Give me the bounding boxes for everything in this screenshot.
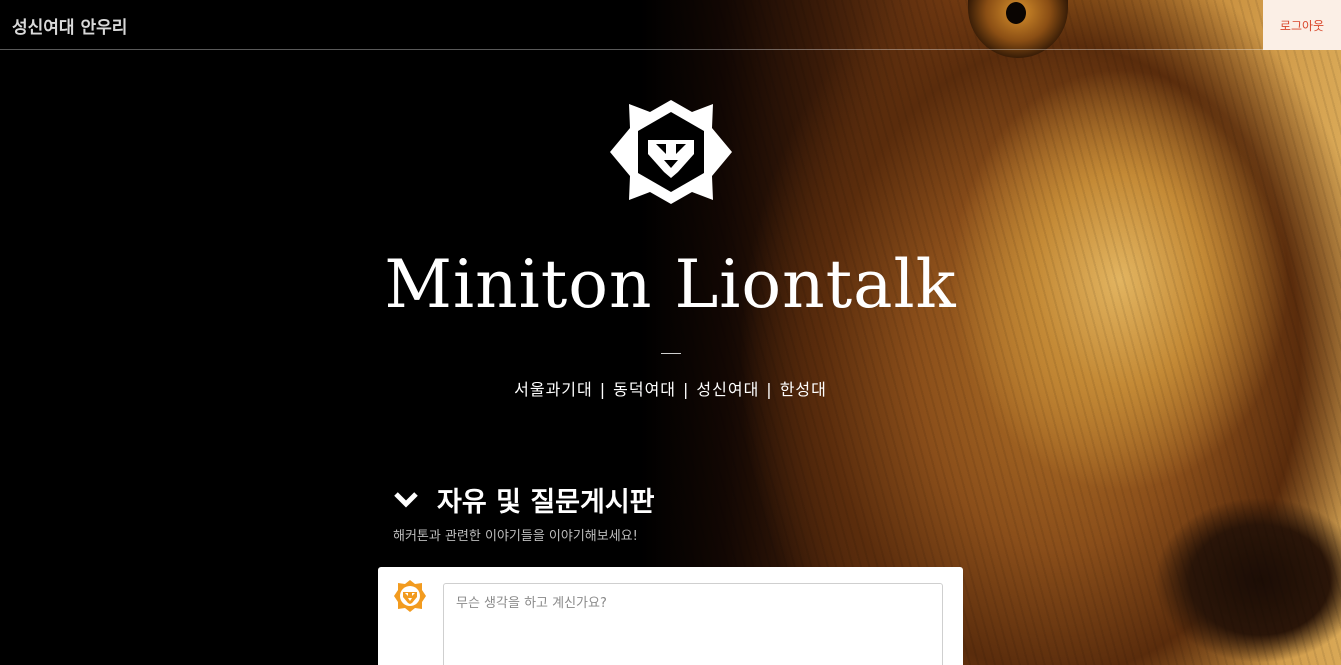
logout-button[interactable]: 로그아웃 bbox=[1263, 0, 1341, 50]
school-separator: | bbox=[766, 380, 773, 399]
school-name: 서울과기대 bbox=[514, 380, 593, 399]
lion-avatar-icon bbox=[394, 580, 426, 612]
site-name[interactable]: 성신여대 안우리 bbox=[12, 13, 127, 38]
hero-background bbox=[640, 0, 1341, 665]
school-name: 한성대 bbox=[779, 380, 827, 399]
school-list: 서울과기대 | 동덕여대 | 성신여대 | 한성대 bbox=[0, 376, 1341, 400]
post-input[interactable] bbox=[443, 583, 943, 665]
board-subtitle: 해커톤과 관련한 이야기들을 이야기해보세요! bbox=[393, 529, 638, 544]
title-divider bbox=[661, 353, 681, 354]
school-name: 동덕여대 bbox=[613, 380, 677, 399]
school-name: 성신여대 bbox=[696, 380, 760, 399]
school-separator: | bbox=[599, 380, 607, 399]
board-header[interactable]: 자유 및 질문게시판 bbox=[393, 480, 655, 519]
page-title: Miniton Liontalk bbox=[384, 246, 957, 323]
chevron-down-icon[interactable] bbox=[393, 490, 419, 510]
top-bar: 성신여대 안우리 로그아웃 bbox=[0, 0, 1341, 50]
lion-logo-icon bbox=[610, 100, 732, 204]
board-title: 자유 및 질문게시판 bbox=[437, 487, 655, 518]
post-composer bbox=[378, 567, 963, 665]
school-separator: | bbox=[683, 380, 690, 399]
